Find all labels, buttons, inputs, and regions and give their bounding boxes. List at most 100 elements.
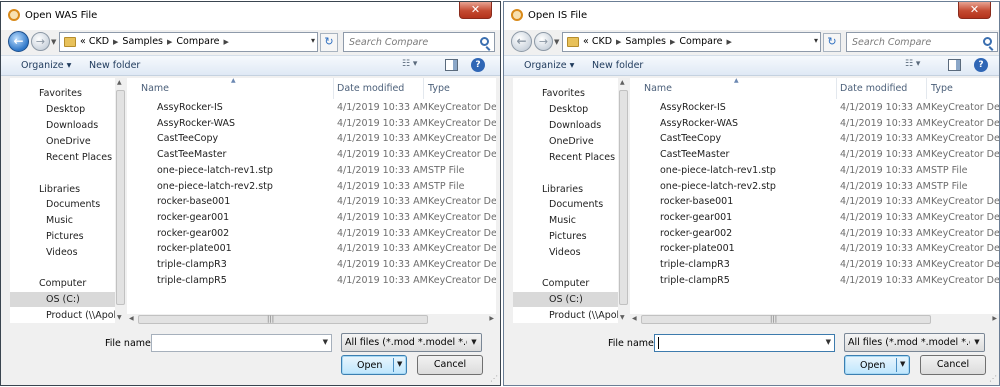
chevron-down-icon[interactable]: ▼ <box>970 334 984 351</box>
address-bar[interactable]: « CKD ▶ Samples ▶ Compare ▶ ▾ <box>59 32 318 52</box>
file-row[interactable]: rocker-gear001 4/1/2019 10:33 AM KeyCreato… <box>630 210 999 225</box>
organize-button[interactable]: Organize ▾ <box>524 60 574 71</box>
chevron-right-icon[interactable]: ▶ <box>223 38 228 46</box>
column-date-header[interactable]: Date modified <box>840 83 907 94</box>
scroll-up-icon[interactable]: ▲ <box>620 79 625 86</box>
open-button[interactable]: Open ▼ <box>341 355 407 375</box>
cancel-button[interactable]: Cancel <box>417 355 483 375</box>
new-folder-button[interactable]: New folder <box>89 60 140 71</box>
chevron-right-icon[interactable]: ▶ <box>167 38 172 46</box>
chevron-down-icon[interactable]: ▼ <box>826 338 831 346</box>
forward-arrow-icon[interactable]: → <box>31 32 50 51</box>
refresh-icon[interactable]: ↻ <box>320 33 338 52</box>
nav-item-product[interactable]: Product (\\Apollo <box>549 310 628 321</box>
chevron-down-icon[interactable]: ▼ <box>323 338 328 346</box>
help-icon[interactable]: ? <box>974 58 988 72</box>
file-row[interactable]: AssyRocker-IS 4/1/2019 10:33 AM KeyCreator… <box>127 100 496 115</box>
file-row[interactable]: rocker-gear002 4/1/2019 10:33 AM KeyCreato… <box>630 226 999 241</box>
nav-item-downloads[interactable]: Downloads <box>549 120 601 131</box>
file-row[interactable]: one-piece-latch-rev1.stp 4/1/2019 10:33 A… <box>127 163 496 178</box>
nav-item-pictures[interactable]: Pictures <box>46 231 84 242</box>
file-name-input[interactable]: ▼ <box>151 334 332 352</box>
scroll-down-icon[interactable]: ▼ <box>620 314 625 321</box>
nav-item-onedrive[interactable]: OneDrive <box>549 136 594 147</box>
breadcrumb-compare[interactable]: Compare <box>176 36 219 47</box>
file-row[interactable]: CastTeeMaster 4/1/2019 10:33 AM KeyCreator… <box>630 147 999 162</box>
scroll-right-icon[interactable]: ▶ <box>992 315 997 322</box>
breadcrumb-samples[interactable]: Samples <box>122 36 163 47</box>
column-divider[interactable] <box>423 78 424 99</box>
file-row[interactable]: triple-clampR5 4/1/2019 10:33 AM KeyCreato… <box>127 273 496 288</box>
scroll-thumb[interactable] <box>116 90 125 305</box>
nav-favorites[interactable]: Favorites <box>542 88 585 99</box>
file-row[interactable]: one-piece-latch-rev2.stp 4/1/2019 10:33 A… <box>630 179 999 194</box>
preview-pane-icon[interactable] <box>948 59 961 71</box>
file-row[interactable]: CastTeeCopy 4/1/2019 10:33 AM KeyCreator D… <box>127 131 496 146</box>
chevron-down-icon[interactable]: ▼ <box>467 334 481 351</box>
nav-item-onedrive[interactable]: OneDrive <box>46 136 91 147</box>
nav-item-os-c[interactable]: OS (C:) <box>46 294 80 305</box>
file-row[interactable]: rocker-plate001 4/1/2019 10:33 AM KeyCreat… <box>630 241 999 256</box>
cancel-button[interactable]: Cancel <box>920 355 986 375</box>
file-row[interactable]: rocker-plate001 4/1/2019 10:33 AM KeyCreat… <box>127 241 496 256</box>
address-dropdown-icon[interactable]: ▾ <box>814 36 818 45</box>
resize-grip-icon[interactable]: ⋰ <box>989 374 997 383</box>
change-view-icon[interactable]: ☷ ▾ <box>905 59 927 73</box>
scroll-thumb[interactable] <box>138 315 428 324</box>
breadcrumb-overflow-icon[interactable]: « <box>80 36 86 47</box>
file-row[interactable]: one-piece-latch-rev1.stp 4/1/2019 10:33 A… <box>630 163 999 178</box>
file-row[interactable]: AssyRocker-WAS 4/1/2019 10:33 AM KeyCreato… <box>127 116 496 131</box>
new-folder-button[interactable]: New folder <box>592 60 643 71</box>
open-options-chevron-icon[interactable]: ▼ <box>397 360 402 368</box>
refresh-icon[interactable]: ↻ <box>823 33 841 52</box>
nav-scrollbar[interactable]: ▲ ▼ <box>618 78 629 323</box>
close-button[interactable]: ✕ <box>958 2 991 19</box>
scroll-left-icon[interactable]: ◀ <box>129 315 134 322</box>
breadcrumb-overflow-icon[interactable]: « <box>583 36 589 47</box>
nav-favorites[interactable]: Favorites <box>39 88 82 99</box>
nav-item-pictures[interactable]: Pictures <box>549 231 587 242</box>
scroll-down-icon[interactable]: ▼ <box>117 314 122 321</box>
column-date-header[interactable]: Date modified <box>337 83 404 94</box>
open-button[interactable]: Open ▼ <box>844 355 910 375</box>
scroll-up-icon[interactable]: ▲ <box>117 79 122 86</box>
file-row[interactable]: CastTeeMaster 4/1/2019 10:33 AM KeyCreator… <box>127 147 496 162</box>
nav-item-downloads[interactable]: Downloads <box>46 120 98 131</box>
breadcrumb-compare[interactable]: Compare <box>679 36 722 47</box>
scroll-thumb[interactable] <box>641 315 931 324</box>
help-icon[interactable]: ? <box>471 58 485 72</box>
back-arrow-icon[interactable]: ← <box>8 31 29 52</box>
nav-computer[interactable]: Computer <box>542 278 589 289</box>
column-name-header[interactable]: Name <box>644 83 672 94</box>
back-arrow-icon[interactable]: ← <box>511 31 532 52</box>
scroll-thumb[interactable] <box>619 90 628 305</box>
recent-locations-chevron-icon[interactable]: ▼ <box>554 38 559 46</box>
file-row[interactable]: CastTeeCopy 4/1/2019 10:33 AM KeyCreator D… <box>630 131 999 146</box>
organize-button[interactable]: Organize ▾ <box>21 60 71 71</box>
nav-item-music[interactable]: Music <box>46 215 73 226</box>
horizontal-scrollbar[interactable]: ◀ ||| ▶ <box>127 314 496 325</box>
search-input[interactable]: Search Compare <box>343 32 495 52</box>
column-type-header[interactable]: Type <box>931 83 953 94</box>
file-row[interactable]: AssyRocker-IS 4/1/2019 10:33 AM KeyCreator… <box>630 100 999 115</box>
nav-item-product[interactable]: Product (\\Apollo <box>46 310 125 321</box>
file-row[interactable]: one-piece-latch-rev2.stp 4/1/2019 10:33 A… <box>127 179 496 194</box>
column-name-header[interactable]: Name <box>141 83 169 94</box>
scroll-left-icon[interactable]: ◀ <box>632 315 637 322</box>
recent-locations-chevron-icon[interactable]: ▼ <box>51 38 56 46</box>
address-bar[interactable]: « CKD ▶ Samples ▶ Compare ▶ ▾ <box>562 32 821 52</box>
nav-item-desktop[interactable]: Desktop <box>549 104 588 115</box>
chevron-right-icon[interactable]: ▶ <box>113 38 118 46</box>
nav-item-desktop[interactable]: Desktop <box>46 104 85 115</box>
address-dropdown-icon[interactable]: ▾ <box>311 36 315 45</box>
search-icon[interactable] <box>983 37 992 46</box>
chevron-right-icon[interactable]: ▶ <box>726 38 731 46</box>
preview-pane-icon[interactable] <box>445 59 458 71</box>
column-divider[interactable] <box>926 78 927 99</box>
nav-item-recent-places[interactable]: Recent Places <box>549 152 615 163</box>
column-divider[interactable] <box>836 78 837 99</box>
nav-item-videos[interactable]: Videos <box>46 247 78 258</box>
file-row[interactable]: triple-clampR3 4/1/2019 10:33 AM KeyCreato… <box>127 257 496 272</box>
nav-scrollbar[interactable]: ▲ ▼ <box>115 78 126 323</box>
file-row[interactable]: triple-clampR3 4/1/2019 10:33 AM KeyCreato… <box>630 257 999 272</box>
